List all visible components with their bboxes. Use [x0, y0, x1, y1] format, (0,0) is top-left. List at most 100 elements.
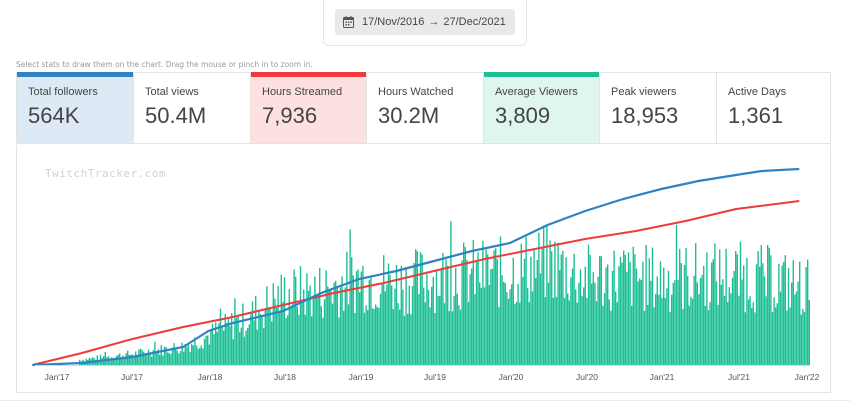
stat-label: Hours Watched: [378, 86, 454, 98]
bar-average-viewers: [610, 310, 612, 365]
bar-average-viewers: [195, 345, 198, 365]
bar-average-viewers: [498, 307, 500, 365]
chart-area[interactable]: Jan'17 Jul'17 Jan'18 Jul'18 Jan'19 Jul'19 Jan'…: [16, 145, 831, 393]
bar-average-viewers: [547, 282, 550, 365]
bar-average-viewers: [362, 265, 364, 365]
bar-average-viewers: [739, 241, 742, 365]
bar-average-viewers: [475, 261, 478, 365]
bar-average-viewers: [213, 334, 215, 365]
bar-average-viewers: [135, 351, 137, 365]
stat-average-viewers[interactable]: Average Viewers 3,809: [484, 72, 600, 143]
bar-average-viewers: [490, 269, 492, 365]
bar-average-viewers: [239, 332, 241, 365]
date-range-picker[interactable]: 17/Nov/2016 → 27/Dec/2021: [335, 9, 515, 35]
chart-svg[interactable]: Jan'17 Jul'17 Jan'18 Jul'18 Jan'19 Jul'19 Jan'…: [17, 145, 832, 393]
bar-average-viewers: [407, 313, 409, 365]
bar-average-viewers: [527, 288, 529, 365]
bar-average-viewers: [234, 298, 236, 365]
bar-average-viewers: [597, 276, 599, 365]
bar-average-viewers: [565, 257, 567, 365]
stat-active-days[interactable]: Active Days 1,361: [717, 73, 830, 143]
bar-average-viewers: [514, 304, 516, 365]
bar-average-viewers: [551, 251, 553, 365]
bar-average-viewers: [802, 309, 804, 365]
bar-average-viewers: [363, 312, 366, 365]
bar-average-viewers: [256, 329, 258, 365]
bar-average-viewers: [688, 305, 690, 365]
bar-average-viewers: [555, 296, 558, 365]
bar-average-viewers: [677, 279, 679, 365]
stat-peak-viewers[interactable]: Peak viewers 18,953: [600, 73, 717, 143]
bar-average-viewers: [690, 296, 692, 365]
bar-average-viewers: [768, 248, 770, 365]
bar-average-viewers: [391, 285, 393, 365]
bar-average-viewers: [295, 276, 297, 365]
stat-total-views[interactable]: Total views 50.4M: [134, 73, 251, 143]
bar-average-viewers: [403, 315, 406, 365]
bar-average-viewers: [317, 294, 319, 365]
x-tick-label: Jul'21: [728, 372, 750, 382]
bar-average-viewers: [528, 302, 530, 365]
bar-average-viewers: [747, 299, 750, 365]
bar-average-viewers: [186, 346, 188, 365]
bar-average-viewers: [535, 278, 537, 365]
bar-average-viewers: [629, 262, 631, 365]
bar-average-viewers: [327, 286, 329, 365]
bar-average-viewers: [253, 320, 255, 365]
bar-average-viewers: [221, 325, 223, 365]
bar-average-viewers: [245, 330, 247, 365]
bar-average-viewers: [595, 301, 598, 365]
bar-average-viewers: [279, 312, 281, 365]
stat-value: 50.4M: [145, 103, 207, 128]
stat-hours-watched[interactable]: Hours Watched 30.2M: [367, 73, 484, 143]
bar-average-viewers: [647, 304, 649, 365]
bar-average-viewers: [467, 301, 470, 365]
bar-average-viewers: [175, 347, 177, 365]
bar-average-viewers: [176, 350, 178, 365]
stat-value: 3,809: [495, 103, 551, 128]
bar-average-viewers: [226, 322, 228, 365]
bar-average-viewers: [375, 304, 377, 365]
bar-average-viewers: [799, 261, 801, 365]
bar-average-viewers: [411, 286, 414, 365]
bar-average-viewers: [691, 298, 694, 365]
x-tick-label: Jul'18: [274, 372, 296, 382]
bar-average-viewers: [611, 271, 614, 365]
bar-average-viewers: [587, 244, 590, 365]
bar-average-viewers: [315, 294, 318, 365]
bar-average-viewers: [123, 358, 126, 365]
bar-average-viewers: [235, 317, 238, 365]
bar-average-viewers: [701, 274, 703, 365]
stat-hours-streamed[interactable]: Hours Streamed 7,936: [251, 72, 367, 143]
bar-average-viewers: [202, 348, 204, 365]
x-tick-label: Jan'19: [349, 372, 374, 382]
stat-label: Total followers: [28, 86, 98, 98]
x-tick-label: Jan'22: [795, 372, 820, 382]
bar-average-viewers: [365, 305, 367, 365]
bar-average-viewers: [330, 289, 332, 365]
bar-average-viewers: [568, 300, 570, 365]
bar-average-viewers: [223, 330, 225, 365]
bar-average-viewers: [416, 251, 418, 365]
bar-average-viewers: [259, 314, 262, 365]
bar-average-viewers: [639, 278, 641, 365]
stat-value: 564K: [28, 103, 80, 128]
bar-average-viewers: [808, 300, 810, 365]
bar-average-viewers: [410, 314, 412, 365]
stat-total-followers[interactable]: Total followers 564K: [17, 72, 134, 143]
bar-average-viewers: [461, 260, 463, 365]
bar-average-viewers: [160, 344, 162, 365]
bar-average-viewers: [495, 248, 497, 365]
bar-average-viewers: [328, 290, 330, 365]
bar-average-viewers: [795, 291, 798, 365]
bar-average-viewers: [767, 245, 769, 365]
bar-average-viewers: [554, 241, 556, 365]
bar-average-viewers: [642, 261, 644, 365]
bar-average-viewers: [752, 302, 754, 365]
bar-average-viewers: [618, 266, 620, 365]
bar-average-viewers: [706, 252, 708, 365]
bar-average-viewers: [632, 246, 634, 365]
bar-average-viewers: [261, 316, 263, 365]
bar-average-viewers: [522, 277, 524, 365]
bar-average-viewers: [339, 287, 342, 365]
